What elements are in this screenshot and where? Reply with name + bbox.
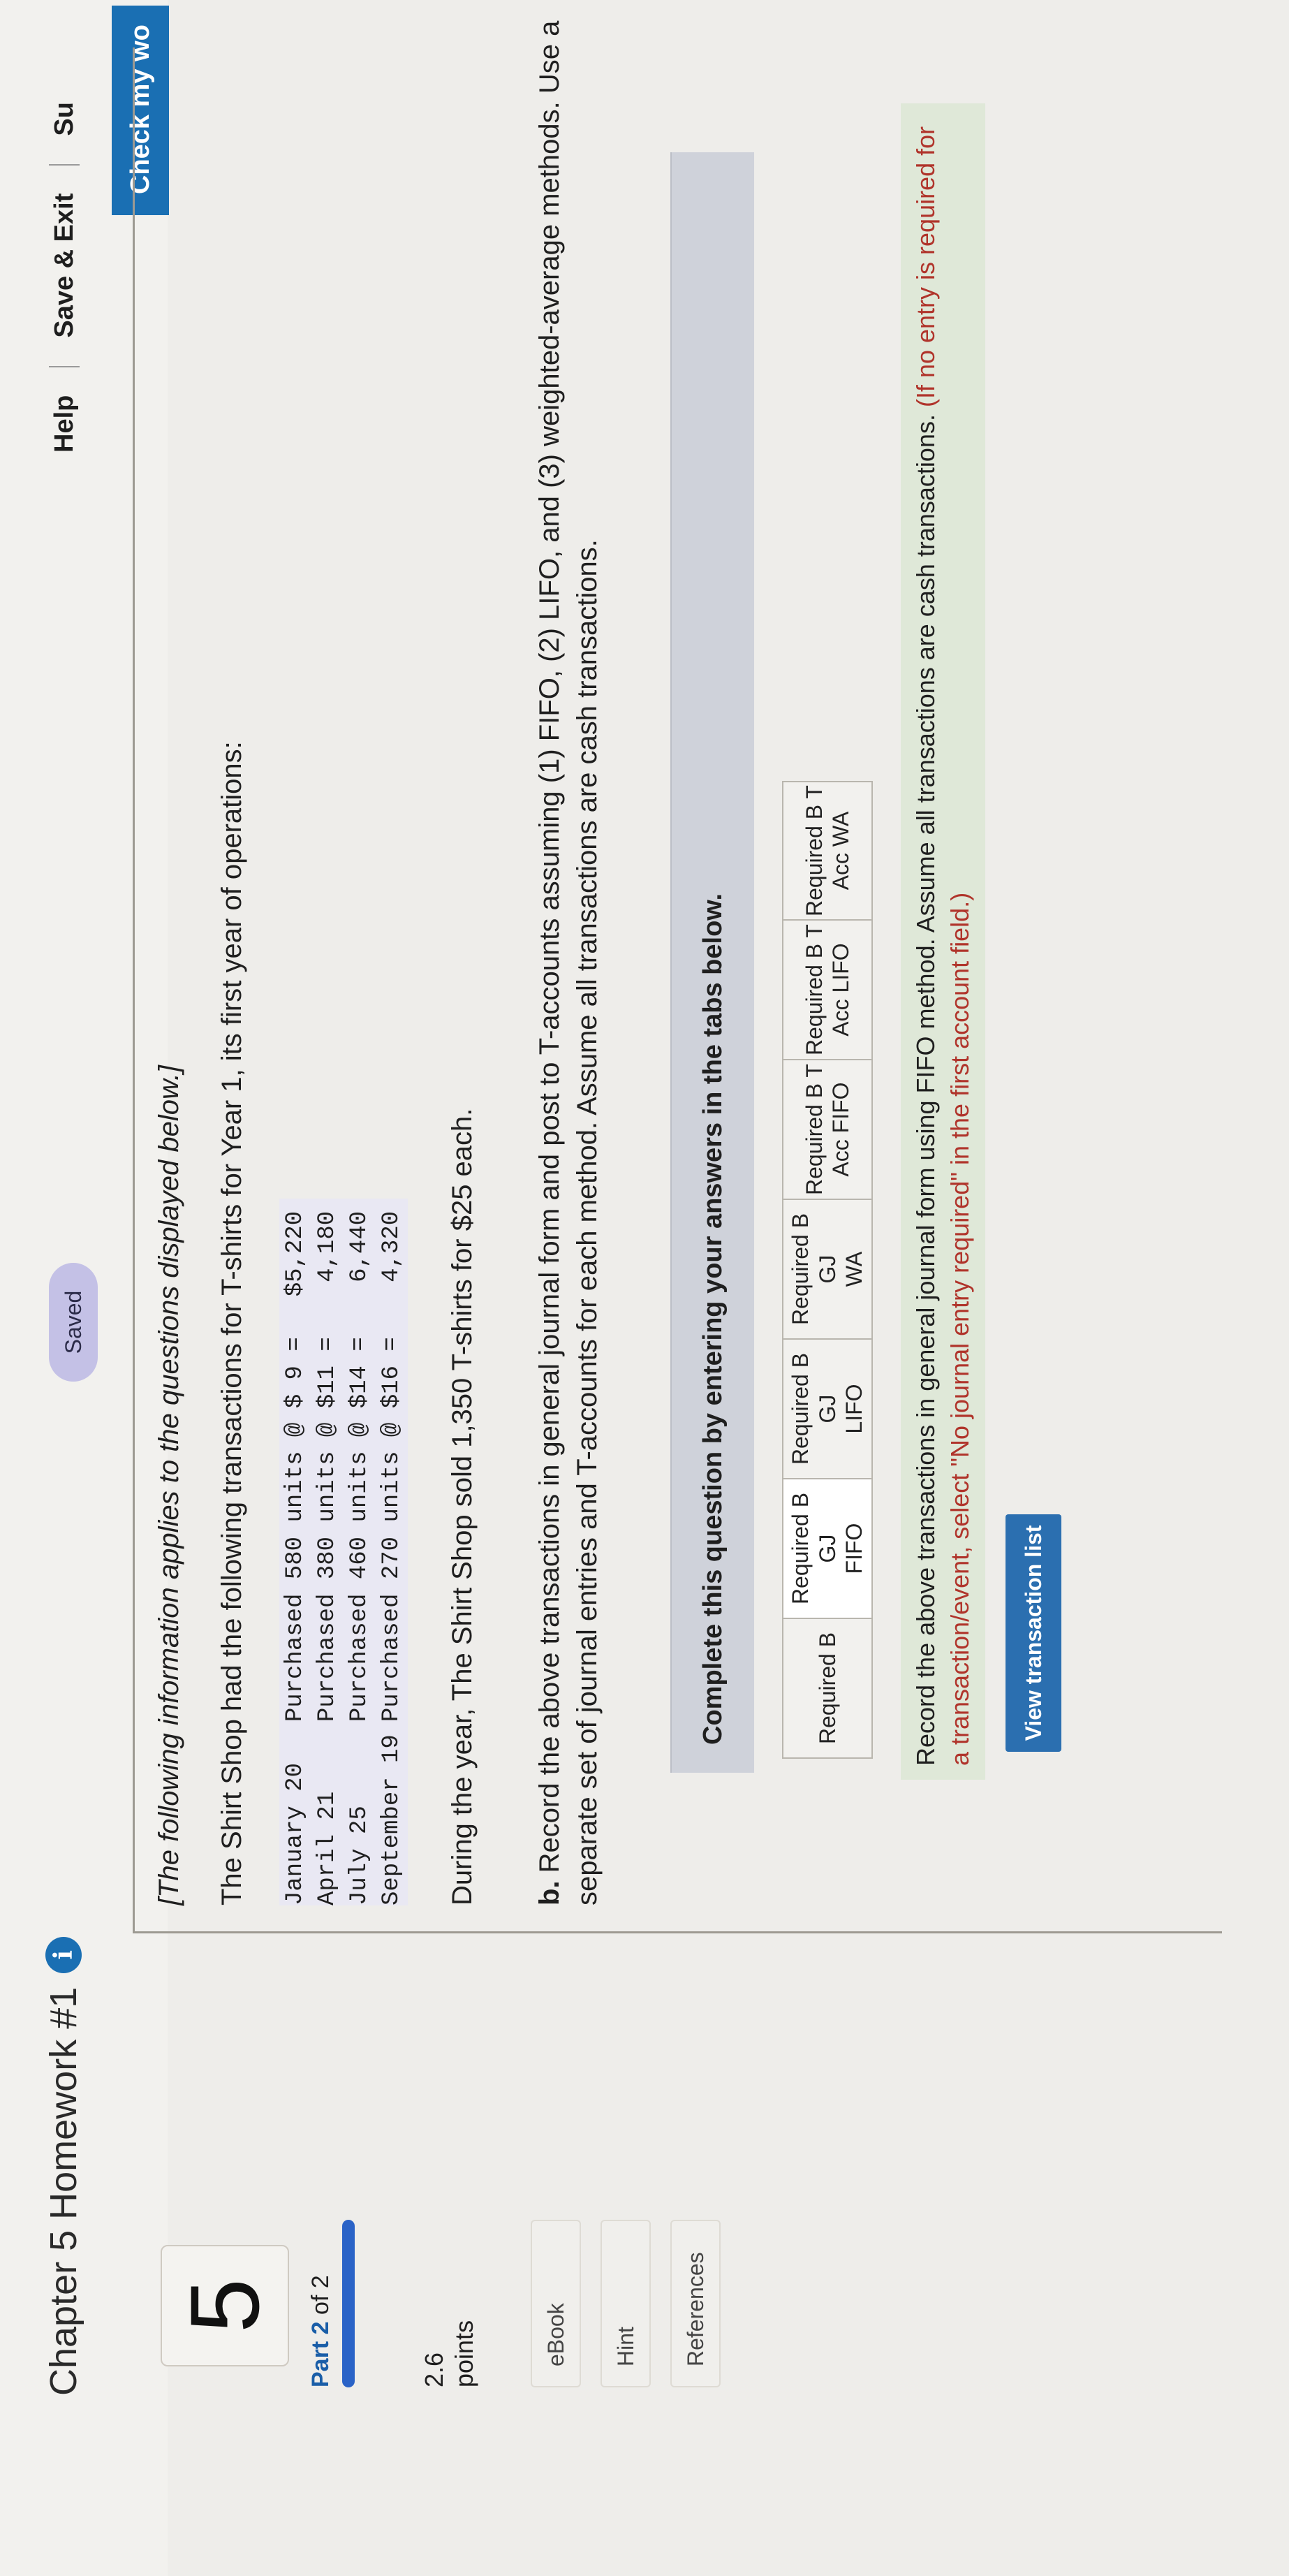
- instructions-text: Record the above transactions in general…: [534, 20, 603, 1905]
- top-actions: Help Save & Exit Su: [49, 102, 80, 453]
- tab-label-line1: Required B: [814, 1632, 840, 1745]
- tab-label-line1: Required B T: [801, 924, 827, 1055]
- intro-sentence: The Shirt Shop had the following transac…: [216, 741, 247, 1905]
- tab-5[interactable]: Required B T Acc LIFO: [782, 921, 873, 1060]
- transaction-row: January 20 Purchased 580 units @ $ 9 = $5,…: [279, 1199, 311, 1905]
- page-canvas: Chapter 5 Homework #1 i Saved Help Save …: [0, 0, 1289, 2576]
- tab-instructions: Record the above transactions in general…: [901, 103, 986, 1780]
- transaction-amount: 4,320: [378, 1210, 405, 1282]
- assignment-title-text: Chapter 5 Homework #1: [43, 1986, 84, 2396]
- hint-link[interactable]: Hint: [601, 2220, 651, 2387]
- part-b-label: b.: [534, 1880, 565, 1905]
- tab-0[interactable]: Required B: [782, 1619, 873, 1759]
- complete-banner: Complete this question by entering your …: [670, 152, 754, 1773]
- separator: [49, 163, 80, 166]
- intro-note: [The following information applies to th…: [154, 1065, 184, 1905]
- points-value: 2.6: [420, 2352, 448, 2387]
- part-indicator: Part 2 of 2: [307, 2275, 334, 2387]
- points-label: points: [450, 2320, 479, 2387]
- transaction-amount: 6,440: [346, 1210, 373, 1282]
- submit-button[interactable]: Su: [50, 102, 80, 136]
- part-progress-bar: [342, 2220, 355, 2387]
- tab-label-line2: Acc LIFO: [828, 943, 853, 1037]
- references-link[interactable]: References: [670, 2220, 721, 2387]
- tab-label-line2: Acc FIFO: [828, 1082, 853, 1177]
- save-exit-button[interactable]: Save & Exit: [50, 193, 80, 338]
- separator: [49, 365, 80, 367]
- transaction-date: September 19: [378, 1734, 405, 1905]
- tab-label-line1: Required B T: [801, 785, 827, 916]
- instructions: b. Record the above transactions in gene…: [531, 0, 606, 1905]
- view-transaction-list-button[interactable]: View transaction list: [1006, 1514, 1061, 1752]
- transaction-row: September 19 Purchased 270 units @ $16 = 4…: [376, 1199, 408, 1905]
- transaction-amount: $5,220: [282, 1210, 309, 1297]
- help-link[interactable]: Help: [50, 395, 80, 453]
- tab-label-line1: Required B GJ: [788, 1352, 840, 1465]
- transaction-desc: Purchased 380 units @ $11 =: [314, 1337, 341, 1722]
- tab-label-line1: Required B T: [801, 1064, 827, 1195]
- saved-status-badge: Saved: [49, 1263, 98, 1382]
- assignment-title: Chapter 5 Homework #1 i: [42, 1936, 85, 2396]
- transaction-desc: Purchased 270 units @ $16 =: [378, 1337, 405, 1722]
- transaction-row: April 21 Purchased 380 units @ $11 = 4,180: [311, 1199, 344, 1905]
- tab-6[interactable]: Required B T Acc WA: [782, 781, 873, 921]
- transaction-date: January 20: [282, 1762, 309, 1905]
- tab-label-line1: Required B GJ: [788, 1492, 840, 1605]
- part-number: 2: [307, 2321, 334, 2335]
- answer-tabs: Required B Required B GJ FIFO Required B GJ…: [782, 781, 873, 1759]
- transaction-date: July 25: [346, 1806, 373, 1905]
- info-icon[interactable]: i: [45, 1936, 82, 1973]
- tab-2[interactable]: Required B GJ LIFO: [782, 1340, 873, 1479]
- transaction-amount: 4,180: [314, 1210, 341, 1282]
- tab-3[interactable]: Required B GJ WA: [782, 1200, 873, 1340]
- tab-instructions-main: Record the above transactions in general…: [911, 414, 940, 1766]
- tab-4[interactable]: Required B T Acc FIFO: [782, 1060, 873, 1200]
- transaction-desc: Purchased 460 units @ $14 =: [346, 1337, 373, 1722]
- transaction-desc: Purchased 580 units @ $ 9 =: [282, 1337, 309, 1722]
- tab-1[interactable]: Required B GJ FIFO: [782, 1479, 873, 1619]
- tab-label-line1: Required B GJ: [788, 1213, 840, 1326]
- transaction-date: April 21: [314, 1791, 341, 1905]
- complete-banner-text: Complete this question by entering your …: [698, 893, 728, 1745]
- tab-label-line2: LIFO: [841, 1384, 867, 1434]
- tab-label-line2: Acc WA: [828, 811, 853, 891]
- tab-label-line2: WA: [841, 1251, 867, 1287]
- transaction-row: July 25 Purchased 460 units @ $14 = 6,440: [344, 1199, 376, 1905]
- part-prefix: Part: [307, 2341, 334, 2387]
- tab-label-line2: FIFO: [841, 1523, 867, 1574]
- ebook-link[interactable]: eBook: [531, 2220, 581, 2387]
- transactions-table: January 20 Purchased 580 units @ $ 9 = $5,…: [279, 1198, 408, 1905]
- sales-sentence: During the year, The Shirt Shop sold 1,3…: [447, 1108, 478, 1905]
- part-suffix: of 2: [307, 2275, 334, 2315]
- question-number: 5: [161, 2245, 289, 2366]
- points-display: 2.6 points: [419, 2320, 479, 2387]
